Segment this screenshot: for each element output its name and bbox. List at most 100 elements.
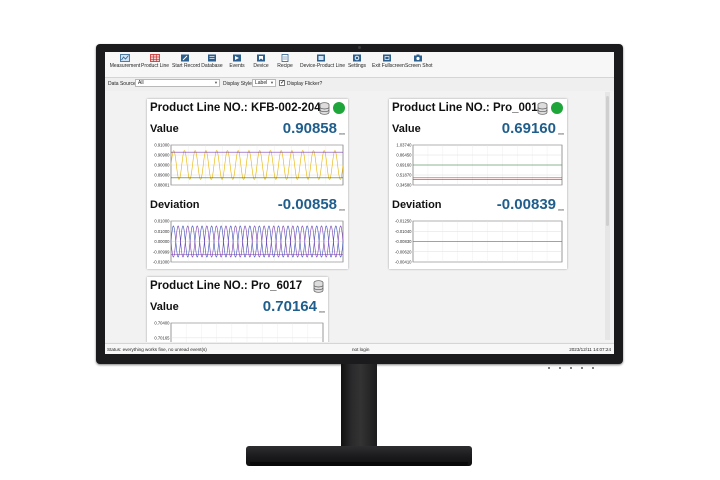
toolbar-settings-button[interactable]: Settings xyxy=(346,54,368,69)
toolbar-label: Device-Product Line xyxy=(300,63,346,69)
toolbar-label: Recipe xyxy=(277,63,293,69)
y-tick-label: 0.69160 xyxy=(396,163,412,168)
data-source-label: Data Source xyxy=(108,81,136,87)
toolbar-label: Exit Fullscreen xyxy=(372,63,405,69)
status-bar: Status: everything works fine, no unread… xyxy=(105,343,614,354)
status-indicator-dot xyxy=(333,102,345,114)
y-tick-label: -0.00830 xyxy=(395,239,412,244)
toolbar-product-line-button[interactable]: Product Line xyxy=(141,54,169,69)
value-row: Value 0.70164 mm xyxy=(147,297,328,317)
y-tick-label: -0.01250 xyxy=(395,219,412,224)
card-title: Product Line NO.: Pro_6017 xyxy=(150,280,303,292)
data-source-select[interactable]: All ▼ xyxy=(135,79,220,87)
value-reading: 0.70164 xyxy=(262,298,317,315)
database-stack-icon xyxy=(319,102,330,115)
toolbar-exit-fullscreen-button[interactable]: Exit Fullscreen xyxy=(372,54,405,69)
line-chart: -0.01250 -0.01040 -0.00830 -0.00620 -0.00410 xyxy=(395,219,563,265)
chevron-down-icon: ▼ xyxy=(214,80,218,85)
filter-bar: Data Source All ▼ Display Style Label ▼ … xyxy=(105,78,614,90)
toolbar-label: Events xyxy=(229,63,245,69)
card-title: Product Line NO.: Pro_001 xyxy=(392,102,538,114)
toolbar-start-record-button[interactable]: Start Record xyxy=(172,54,200,69)
status-indicator-dot xyxy=(551,102,563,114)
value-reading: 0.69160 xyxy=(501,120,556,137)
deviation-chart: -0.01250 -0.01040 -0.00830 -0.00620 -0.00410 xyxy=(391,217,565,265)
product-card-pro-001[interactable]: Product Line NO.: Pro_001 Value 0.69160 … xyxy=(389,99,567,269)
webcam-dot xyxy=(358,46,361,49)
monitor-buttons xyxy=(548,356,608,369)
toolbar-events-button[interactable]: Events xyxy=(228,54,246,69)
value-unit: mm xyxy=(319,310,325,314)
value-row: Value 0.69160 mm xyxy=(389,119,567,139)
y-tick-label: 0.91000 xyxy=(154,143,170,148)
deviation-row: Deviation -0.00839 mm xyxy=(389,195,567,215)
recipe-icon xyxy=(281,54,289,62)
y-tick-label: 0.90900 xyxy=(154,153,170,158)
chevron-down-icon: ▼ xyxy=(270,80,274,85)
measurement-icon xyxy=(120,54,130,62)
y-tick-label: 0.51870 xyxy=(396,173,412,178)
y-tick-label: -0.00999 xyxy=(153,249,170,254)
toolbar-device-button[interactable]: Device xyxy=(252,54,270,69)
y-tick-label: -0.01040 xyxy=(395,229,412,234)
y-tick-label: 0.89000 xyxy=(154,173,170,178)
value-unit: mm xyxy=(558,132,564,136)
y-tick-label: -0.00620 xyxy=(395,249,412,254)
vertical-scrollbar[interactable] xyxy=(605,92,610,340)
deviation-label: Deviation xyxy=(150,199,200,211)
toolbar-database-button[interactable]: Database xyxy=(201,54,223,69)
value-label: Value xyxy=(392,123,421,135)
display-style-label: Display Style xyxy=(223,81,252,87)
value-row: Value 0.90858 mm xyxy=(147,119,348,139)
product-card-kfb-002-204[interactable]: Product Line NO.: KFB-002-204 Value 0.90… xyxy=(147,99,348,269)
toolbar-recipe-button[interactable]: Recipe xyxy=(276,54,294,69)
toolbar-label: Screen Shot xyxy=(405,63,433,69)
exit-fullscreen-icon xyxy=(383,54,391,62)
y-tick-label: 0.70165 xyxy=(154,335,170,340)
card-header: Product Line NO.: KFB-002-204 xyxy=(147,99,348,118)
toolbar-device-product-line-button[interactable]: Device-Product Line xyxy=(300,54,346,69)
scrollbar-thumb[interactable] xyxy=(606,96,609,226)
y-tick-label: 0.70400 xyxy=(154,321,170,326)
value-unit: mm xyxy=(339,132,345,136)
display-style-value: Label xyxy=(255,80,268,86)
y-tick-label: -0.00410 xyxy=(395,260,412,265)
deviation-unit: mm xyxy=(558,208,564,212)
toolbar: Measurement Product Line Start Record Da… xyxy=(105,52,614,78)
y-tick-label: 0.01000 xyxy=(154,219,170,224)
database-stack-icon xyxy=(537,102,548,115)
y-tick-label: 0.01000 xyxy=(154,229,170,234)
value-label: Value xyxy=(150,301,179,313)
camera-icon xyxy=(414,54,422,62)
line-chart: 0.01000 0.01000 0.00000 -0.00999 -0.01000 xyxy=(153,219,344,265)
y-tick-label: 0.86450 xyxy=(396,153,412,158)
value-reading: 0.90858 xyxy=(282,120,337,137)
display-flicker-checkbox[interactable]: ✓ xyxy=(279,80,285,86)
device-icon xyxy=(257,54,265,62)
database-stack-icon xyxy=(313,280,324,293)
value-chart: 0.91000 0.90900 0.90000 0.89000 0.88001 xyxy=(149,141,346,188)
deviation-label: Deviation xyxy=(392,199,442,211)
value-chart: 0.70400 0.70165 xyxy=(149,319,326,342)
line-chart: 1.03740 0.86450 0.69160 0.51870 0.34580 xyxy=(396,143,563,188)
toolbar-label: Device xyxy=(253,63,269,69)
monitor-stand-neck xyxy=(341,364,377,448)
toolbar-screen-shot-button[interactable]: Screen Shot xyxy=(405,54,433,69)
card-header: Product Line NO.: Pro_6017 xyxy=(147,277,328,296)
login-status: not login xyxy=(352,347,370,352)
deviation-reading: -0.00839 xyxy=(496,196,556,213)
start-record-icon xyxy=(181,54,189,62)
product-card-pro-6017[interactable]: Product Line NO.: Pro_6017 Value 0.70164… xyxy=(147,277,328,342)
display-style-select[interactable]: Label ▼ xyxy=(252,79,276,87)
dashboard-content: Product Line NO.: KFB-002-204 Value 0.90… xyxy=(105,91,614,342)
toolbar-label: Measurement xyxy=(109,63,141,69)
toolbar-label: Database xyxy=(201,63,223,69)
y-tick-label: 0.34580 xyxy=(396,183,412,188)
deviation-unit: mm xyxy=(339,208,345,212)
product-line-icon xyxy=(150,54,160,62)
status-message: Status: everything works fine, no unread… xyxy=(107,347,207,352)
toolbar-measurement-button[interactable]: Measurement xyxy=(109,54,141,69)
app-window: Measurement Product Line Start Record Da… xyxy=(105,52,614,354)
deviation-chart: 0.01000 0.01000 0.00000 -0.00999 -0.01000 xyxy=(149,217,346,265)
line-chart: 0.91000 0.90900 0.90000 0.89000 0.88001 xyxy=(154,143,344,188)
